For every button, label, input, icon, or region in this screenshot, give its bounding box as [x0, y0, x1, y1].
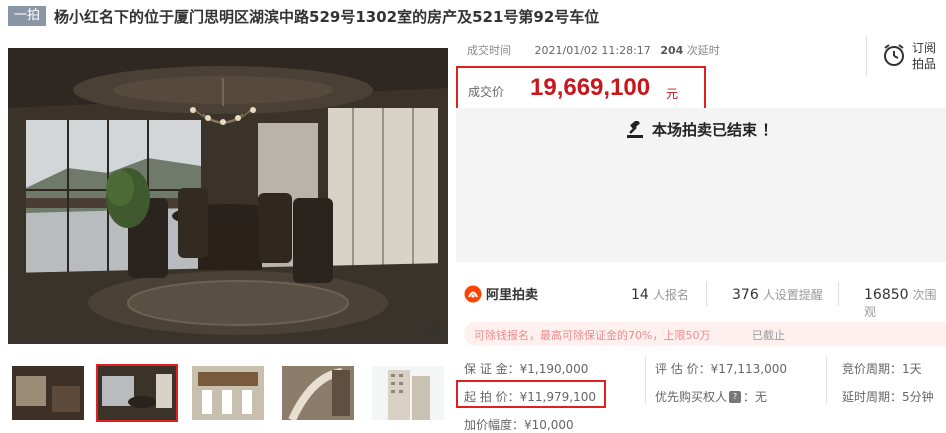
auction-ended-text: 本场拍卖已结束 ！: [652, 121, 778, 139]
final-price-box: 成交价 19,669,100 元: [456, 66, 706, 113]
ali-auction-brand: 阿里拍卖: [486, 288, 539, 303]
reminder-count: 376 人设置提醒: [732, 286, 823, 303]
deposit-loan-status: 已截止: [752, 329, 785, 342]
stats-divider: [706, 282, 707, 306]
priority-buyer-info: 优先购买权人 ? ：无: [655, 388, 767, 405]
info-divider: [826, 356, 827, 404]
alarm-clock-icon: [884, 44, 904, 66]
priority-buyer-value: ：无: [743, 390, 768, 404]
thumbnail-4[interactable]: [282, 366, 354, 420]
bidding-cycle-info: 竞价周期：1天: [842, 362, 922, 376]
title-bar: 一拍 杨小红名下的位于厦门思明区湖滨中路529号1302室的房产及521号第92…: [8, 5, 599, 27]
zoom-icon[interactable]: [426, 322, 444, 340]
thumbnail-3[interactable]: [192, 366, 264, 420]
deal-time-value: 2021/01/02 11:28:17: [534, 44, 651, 57]
appraisal-info: 评 估 价：¥17,113,000: [655, 362, 787, 376]
subscribe-label-1: 订阅: [912, 41, 937, 55]
final-price-label: 成交价: [468, 85, 505, 99]
dining-room-photo: [8, 48, 448, 344]
deal-time-row: 成交时间 2021/01/02 11:28:17 204 次延时: [467, 42, 720, 58]
deal-time-label: 成交时间: [467, 44, 511, 57]
auction-round-badge: 一拍: [8, 6, 47, 26]
delay-cycle-info: 延时周期：5分钟: [842, 390, 934, 404]
view-count: 16850 次围观: [864, 286, 946, 320]
reminder-count-label: 人设置提醒: [762, 288, 823, 302]
signup-count-number: 14: [631, 287, 649, 303]
increment-info: 加价幅度：¥10,000: [464, 418, 574, 432]
signup-count: 14 人报名: [631, 286, 689, 303]
thumbnail-1[interactable]: [12, 366, 84, 420]
subscribe-label-2: 拍品: [912, 57, 937, 71]
deposit-loan-text: 可除钱报名，最高可除保证金的70%，上限50万: [474, 329, 711, 342]
reminder-count-number: 376: [732, 287, 759, 303]
final-price-unit: 元: [666, 87, 679, 101]
gavel-icon: [627, 120, 643, 138]
thumbnail-5[interactable]: [372, 366, 444, 420]
ali-auction-icon: [464, 285, 482, 302]
page-title: 杨小红名下的位于厦门思明区湖滨中路529号1302室的房产及521号第92号车位: [54, 7, 600, 26]
info-divider: [645, 356, 646, 404]
delay-count: 204: [660, 44, 684, 57]
deposit-loan-notice: 可除钱报名，最高可除保证金的70%，上限50万 已截止: [464, 322, 946, 346]
delay-label: 次延时: [686, 44, 720, 57]
main-photo[interactable]: [8, 48, 448, 344]
ali-auction-logo[interactable]: 阿里拍卖: [464, 284, 538, 303]
auction-status-area: 本场拍卖已结束 ！: [456, 108, 946, 262]
signup-count-label: 人报名: [652, 288, 689, 302]
stats-row: 阿里拍卖 14 人报名 376 人设置提醒 16850 次围观: [456, 272, 946, 319]
auction-ended-message: 本场拍卖已结束 ！: [626, 119, 777, 140]
stats-divider: [838, 282, 839, 306]
deposit-info: 保 证 金：¥1,190,000: [464, 362, 589, 376]
thumbnail-strip: [8, 364, 448, 422]
start-price-info: 起 拍 价：¥11,979,100: [464, 390, 596, 404]
thumbnail-2-selected[interactable]: [96, 364, 178, 422]
help-icon[interactable]: ?: [729, 390, 742, 403]
final-price-value: 19,669,100: [530, 74, 651, 101]
priority-buyer-label: 优先购买权人: [655, 390, 728, 404]
subscribe-button[interactable]: 订阅 拍品: [866, 36, 946, 76]
view-count-number: 16850: [864, 287, 909, 303]
